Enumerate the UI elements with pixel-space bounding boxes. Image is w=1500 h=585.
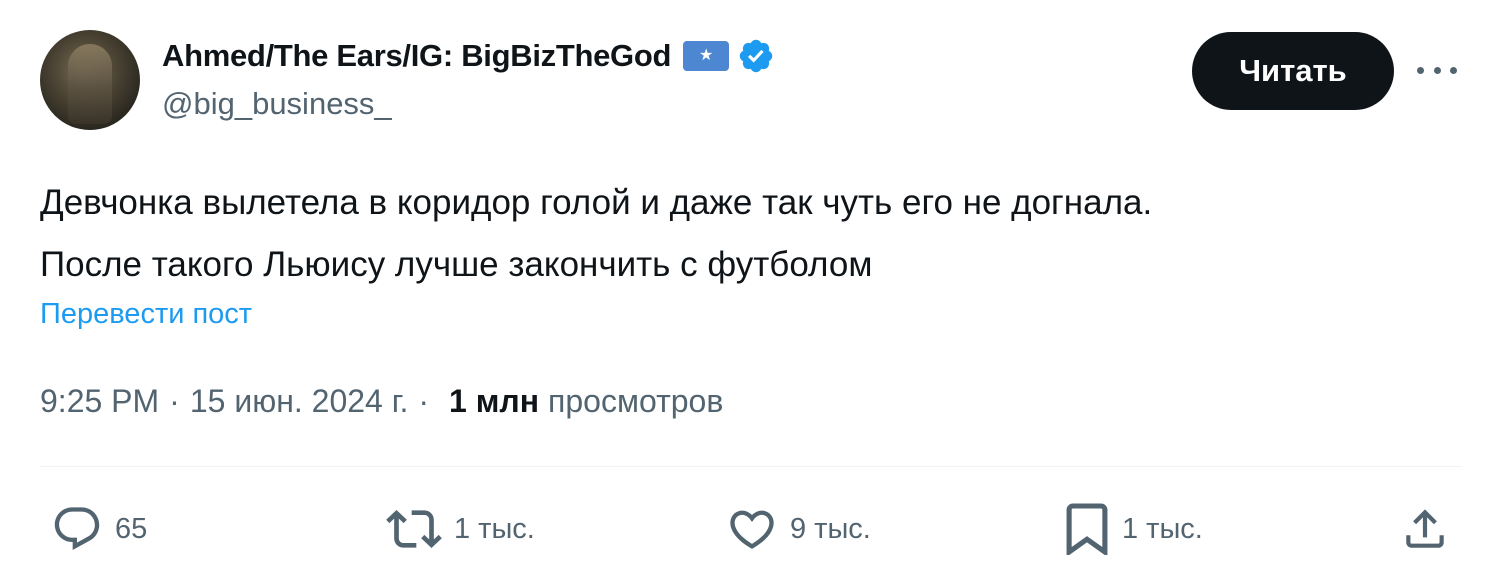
heart-icon — [730, 510, 774, 549]
author-handle[interactable]: @big_business_ — [162, 86, 392, 122]
tweet-text-line: После такого Льюису лучше закончить с фу… — [40, 245, 873, 284]
more-dot — [1433, 66, 1441, 74]
tweet-date[interactable]: 15 июн. 2024 г. — [190, 383, 409, 420]
tweet-card: Ahmed/The Ears/IG: BigBizTheGod ★ @big_b… — [0, 0, 1500, 585]
views-label: просмотров — [548, 383, 724, 419]
bookmark-icon — [1066, 503, 1108, 555]
affiliation-badge-icon[interactable]: ★ — [683, 41, 730, 71]
avatar[interactable] — [40, 30, 140, 130]
verified-badge-icon[interactable] — [737, 37, 775, 75]
like-count: 9 тыс. — [790, 512, 871, 545]
repost-button[interactable]: 1 тыс. — [386, 504, 535, 554]
more-dot — [1450, 66, 1457, 74]
share-icon — [1406, 509, 1444, 548]
like-button[interactable]: 9 тыс. — [726, 504, 871, 554]
tweet-text-line: Девчонка вылетела в коридор голой и даже… — [40, 183, 1153, 222]
tweet-text: Девчонка вылетела в коридор голой и даже… — [40, 172, 1460, 296]
more-dot — [1417, 66, 1424, 74]
reply-button[interactable]: 65 — [51, 504, 147, 554]
translate-post-link[interactable]: Перевести пост — [40, 298, 252, 331]
author-name-row: Ahmed/The Ears/IG: BigBizTheGod ★ — [162, 36, 775, 76]
tweet-time[interactable]: 9:25 PM — [40, 383, 159, 420]
avatar-figure — [68, 44, 112, 124]
reply-count: 65 — [115, 512, 148, 545]
more-horizontal-icon[interactable] — [1417, 55, 1457, 85]
follow-button[interactable]: Читать — [1192, 32, 1394, 110]
repost-count: 1 тыс. — [454, 512, 535, 545]
meta-separator: · — [418, 383, 430, 419]
bookmark-button[interactable]: 1 тыс. — [1064, 503, 1203, 555]
tweet-meta: 9:25 PM · 15 июн. 2024 г. · 1 млн просмо… — [40, 383, 723, 420]
repost-icon — [386, 510, 442, 548]
author-display-name[interactable]: Ahmed/The Ears/IG: BigBizTheGod — [162, 38, 671, 74]
bookmark-count: 1 тыс. — [1122, 512, 1203, 545]
share-button[interactable] — [1400, 504, 1450, 554]
views-count: 1 млн — [449, 383, 540, 419]
reply-icon — [54, 507, 100, 551]
divider — [40, 466, 1462, 467]
meta-separator: · — [169, 383, 180, 419]
